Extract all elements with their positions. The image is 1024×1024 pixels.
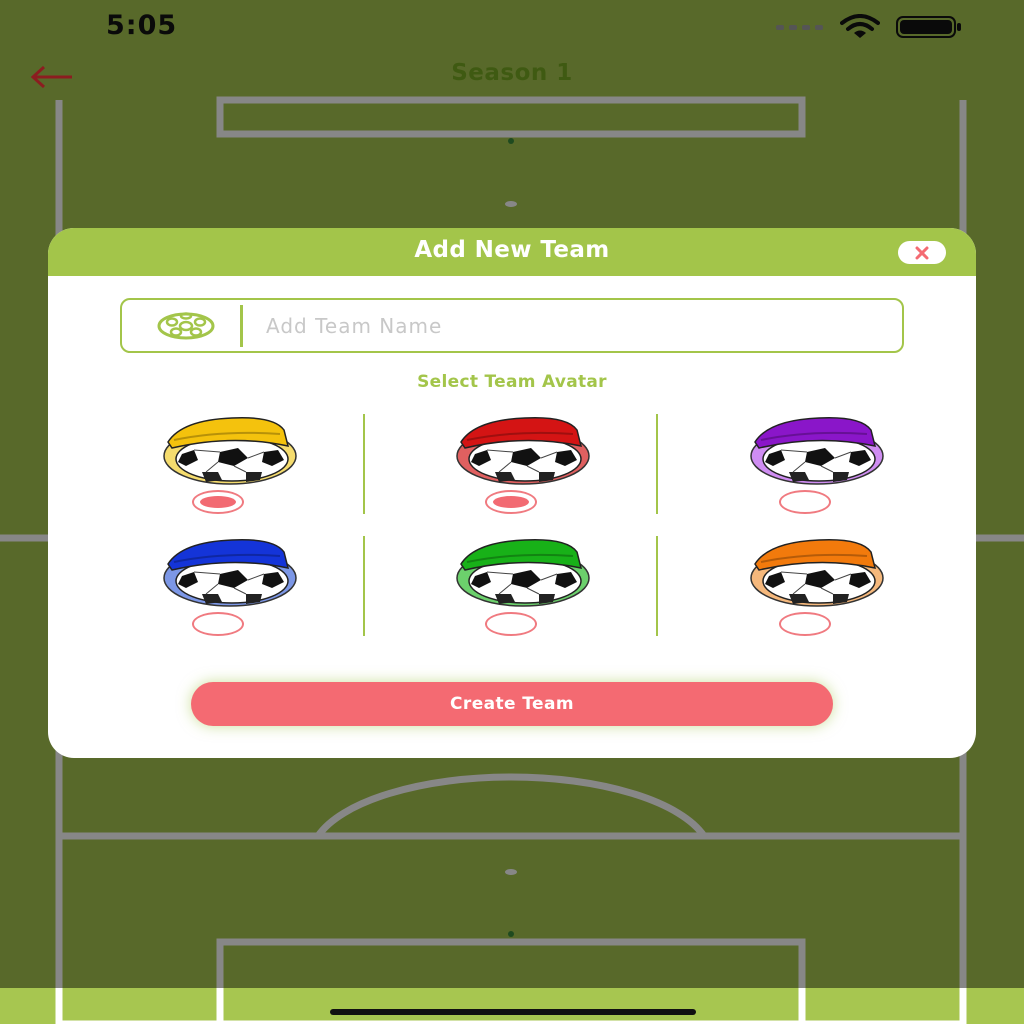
modal-title: Add New Team — [414, 237, 610, 263]
battery-icon — [896, 16, 961, 38]
soccer-cap-avatar-icon — [750, 539, 884, 607]
add-team-modal: Add New Team Select Team Avatar — [48, 228, 976, 758]
select-avatar-label: Select Team Avatar — [417, 372, 607, 392]
soccer-cap-avatar-icon — [163, 417, 297, 485]
avatar-radio-blue[interactable] — [192, 612, 244, 636]
nav-title: Season 1 — [451, 60, 573, 86]
create-team-button[interactable]: Create Team — [191, 682, 833, 726]
field-divider — [240, 305, 243, 347]
wifi-icon — [840, 14, 880, 38]
status-icons — [776, 14, 962, 40]
avatar-radio-yellow[interactable] — [192, 490, 244, 514]
avatar-option-yellow[interactable] — [128, 414, 308, 514]
team-name-field — [120, 298, 904, 353]
close-button[interactable] — [898, 241, 946, 264]
avatar-radio-purple[interactable] — [779, 490, 831, 514]
soccer-cap-avatar-icon — [750, 417, 884, 485]
avatar-option-orange[interactable] — [715, 536, 895, 636]
avatar-option-blue[interactable] — [128, 536, 308, 636]
soccer-ball-icon — [157, 312, 215, 340]
soccer-cap-avatar-icon — [456, 417, 590, 485]
grid-divider — [363, 536, 365, 636]
avatar-radio-red[interactable] — [485, 490, 537, 514]
grid-divider — [363, 414, 365, 514]
team-name-input[interactable] — [266, 308, 866, 344]
modal-header: Add New Team — [48, 228, 976, 276]
grid-divider — [656, 414, 658, 514]
avatar-option-purple[interactable] — [715, 414, 895, 514]
avatar-radio-green[interactable] — [485, 612, 537, 636]
status-bar: 5:05 — [0, 0, 1024, 54]
avatar-radio-orange[interactable] — [779, 612, 831, 636]
soccer-cap-avatar-icon — [456, 539, 590, 607]
signal-dots-icon — [776, 25, 823, 30]
soccer-cap-avatar-icon — [163, 539, 297, 607]
close-icon — [915, 246, 929, 259]
nav-bar: Season 1 — [0, 54, 1024, 100]
home-indicator — [330, 1009, 696, 1015]
status-time: 5:05 — [106, 10, 178, 41]
avatar-option-red[interactable] — [421, 414, 601, 514]
grid-divider — [656, 536, 658, 636]
avatar-option-green[interactable] — [421, 536, 601, 636]
